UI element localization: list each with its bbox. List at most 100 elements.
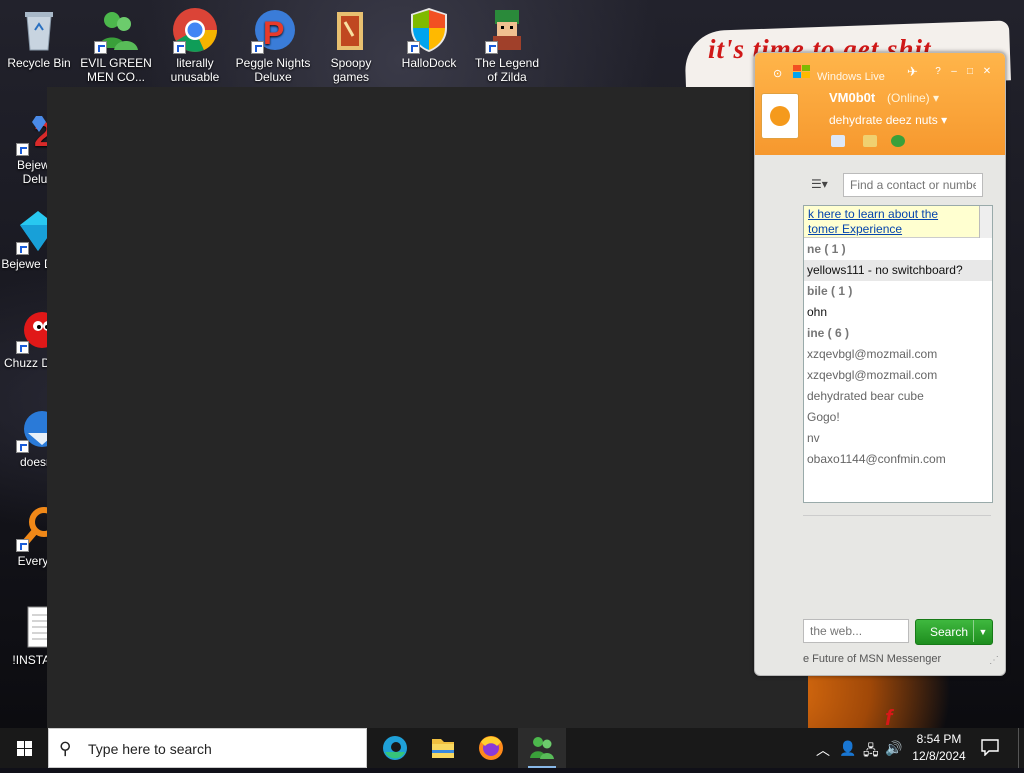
globe-icon[interactable]	[891, 135, 905, 147]
contact-item[interactable]: obaxo1144@confmin.com	[804, 449, 992, 470]
shortcut-arrow-icon	[16, 143, 29, 156]
contact-group-header[interactable]: ne ( 1 )	[804, 239, 992, 260]
desktop-icon-hallodock[interactable]: HalloDock	[391, 6, 467, 70]
taskbar-messenger[interactable]	[518, 728, 566, 768]
icon-label: Spoopy games	[330, 56, 372, 84]
desktop-icon-legend-of-zilda[interactable]: The Legend of Zilda	[469, 6, 545, 84]
messenger-buddy-icon	[530, 737, 554, 759]
status-text[interactable]: (Online) ▾	[887, 91, 939, 105]
contact-item[interactable]: dehydrated bear cube	[804, 386, 992, 407]
search-button-label: Search	[930, 625, 969, 639]
chevron-down-icon: ▾	[933, 91, 940, 105]
search-icon: ⚲	[59, 739, 72, 758]
blank-window[interactable]	[47, 87, 808, 728]
folder-icon[interactable]	[863, 135, 877, 147]
contact-item[interactable]: Gogo!	[804, 407, 992, 428]
avatar[interactable]	[761, 93, 799, 139]
resize-grip-icon[interactable]: ⋰	[989, 655, 999, 666]
clock[interactable]: 8:54 PM 12/8/2024	[898, 731, 980, 765]
icon-label: Peggle Nights Deluxe	[235, 56, 311, 84]
help-icon[interactable]: ?	[931, 66, 945, 78]
ad-banner[interactable]: k here to learn about the tomer Experien…	[804, 206, 980, 238]
contact-group-header[interactable]: ine ( 6 )	[804, 323, 992, 344]
taskbar-edge[interactable]	[371, 728, 419, 768]
web-search-input[interactable]	[803, 619, 909, 643]
shortcut-arrow-icon	[485, 41, 498, 54]
game-character-icon	[483, 6, 531, 54]
minimize-icon[interactable]: –	[947, 66, 961, 78]
search-button[interactable]: Search ▼	[915, 619, 993, 645]
view-options-icon[interactable]: ☰▾	[811, 177, 828, 191]
desktop-icon-literally-unusable[interactable]: literally unusable	[157, 6, 233, 84]
contact-list[interactable]: k here to learn about the tomer Experien…	[803, 205, 993, 503]
desktop-icon-recycle-bin[interactable]: Recycle Bin	[1, 6, 77, 70]
folder-icon	[432, 739, 454, 758]
messenger-header: ⊙ Windows Live ✈ ? – □ ✕ VM0b0t (Online)…	[755, 53, 1005, 155]
shortcut-arrow-icon	[94, 41, 107, 54]
start-button[interactable]	[0, 728, 48, 768]
taskbar: ⚲ Type here to search ︿ 👤 🖧 🔊 8:54 PM 12…	[0, 728, 1024, 768]
shortcut-arrow-icon	[16, 341, 29, 354]
desktop-icon-evil-green-men[interactable]: EVIL GREEN MEN CO...	[78, 6, 154, 84]
ad-link[interactable]: k here to learn about the	[808, 207, 938, 221]
personal-message-label: dehydrate deez nuts	[829, 113, 938, 127]
contact-item[interactable]: xzqevbgl@mozmail.com	[804, 365, 992, 386]
windows-flag-icon	[793, 65, 811, 84]
ad-link[interactable]: tomer Experience	[808, 222, 902, 236]
desktop: it's time to get shit f Recycle Bin EVIL…	[0, 0, 1024, 728]
ad-scrollbar[interactable]	[979, 206, 992, 238]
find-contact-input[interactable]	[843, 173, 983, 197]
network-icon[interactable]: 🖧	[863, 740, 879, 764]
divider	[803, 515, 991, 516]
shortcut-arrow-icon	[16, 440, 29, 453]
firefox-icon	[479, 736, 503, 760]
contact-search-row: ☰▾	[755, 165, 1005, 203]
sign-in-icon[interactable]: ✈	[907, 64, 918, 80]
icon-label: HalloDock	[401, 56, 457, 70]
footer-text[interactable]: e Future of MSN Messenger	[803, 653, 941, 665]
shortcut-arrow-icon	[16, 539, 29, 552]
taskbar-firefox[interactable]	[467, 728, 515, 768]
notification-icon[interactable]	[980, 738, 1000, 757]
icon-label: The Legend of Zilda	[474, 56, 540, 84]
shield-icon	[405, 6, 453, 54]
peggle-icon: P	[249, 6, 297, 54]
shortcut-arrow-icon	[407, 41, 420, 54]
clock-time: 8:54 PM	[916, 732, 962, 746]
icon-label: literally unusable	[170, 56, 220, 84]
back-icon[interactable]: ⊙	[773, 67, 782, 80]
taskbar-file-explorer[interactable]	[419, 728, 467, 768]
status-label: (Online)	[887, 91, 930, 105]
shortcut-arrow-icon	[251, 41, 264, 54]
shortcut-arrow-icon	[173, 41, 186, 54]
messenger-buddy-icon	[92, 6, 140, 54]
svg-text:P: P	[263, 15, 284, 51]
show-desktop-button[interactable]	[1018, 728, 1024, 768]
contact-item[interactable]: nv	[804, 428, 992, 449]
contact-item[interactable]: yellows111 - no switchboard?	[804, 260, 992, 281]
wallpaper-bottom-text: f	[885, 705, 893, 728]
messenger-window[interactable]: ⊙ Windows Live ✈ ? – □ ✕ VM0b0t (Online)…	[754, 52, 1006, 676]
contact-item[interactable]: xzqevbgl@mozmail.com	[804, 344, 992, 365]
maximize-icon[interactable]: □	[963, 66, 977, 78]
personal-message[interactable]: dehydrate deez nuts ▾	[829, 113, 947, 127]
icon-label: EVIL GREEN MEN CO...	[80, 56, 152, 84]
taskbar-search-box[interactable]: ⚲ Type here to search	[48, 728, 367, 768]
chevron-down-icon[interactable]: ▼	[973, 620, 992, 642]
chevron-down-icon: ▾	[941, 113, 948, 127]
folder-icon	[327, 6, 375, 54]
mail-icon[interactable]	[831, 135, 845, 147]
display-name[interactable]: VM0b0t	[829, 90, 875, 105]
shortcut-arrow-icon	[16, 242, 29, 255]
contact-group-header[interactable]: bile ( 1 )	[804, 281, 992, 302]
chrome-icon	[171, 6, 219, 54]
contact-item[interactable]: ohn	[804, 302, 992, 323]
chevron-up-icon[interactable]: ︿	[816, 740, 830, 760]
close-icon[interactable]: ✕	[980, 66, 994, 78]
edge-icon	[383, 736, 407, 760]
recycle-bin-icon	[15, 6, 63, 54]
desktop-icon-spoopy-games[interactable]: Spoopy games	[313, 6, 389, 84]
messenger-tray-icon[interactable]: 👤	[839, 740, 856, 757]
window-title: Windows Live	[817, 71, 885, 83]
desktop-icon-peggle-nights[interactable]: P Peggle Nights Deluxe	[235, 6, 311, 84]
